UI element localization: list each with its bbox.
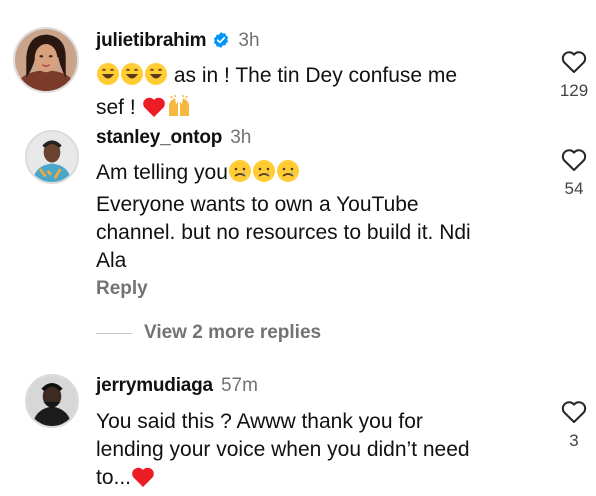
divider [96, 332, 132, 334]
comment-line: channel. but no resources to build it. N… [96, 221, 471, 244]
verified-badge-icon [214, 32, 229, 48]
reply-button[interactable]: Reply [96, 278, 148, 300]
timestamp: 3h [238, 30, 260, 51]
like-control: 54 [544, 148, 596, 199]
timestamp: 3h [230, 127, 252, 148]
avatar[interactable] [25, 130, 79, 184]
heart-outline-icon[interactable] [561, 148, 587, 172]
comment-text: Am telling you Everyone wants to own a Y… [96, 159, 536, 275]
timestamp: 57m [220, 375, 258, 396]
crying-face-emoji [276, 159, 300, 191]
avatar-image [27, 376, 77, 426]
comment-julietibrahim: julietibrahim 3h as in ! The tin Dey conf… [0, 0, 596, 120]
grinning-sweat-emoji [144, 62, 168, 94]
avatar-image [15, 29, 77, 91]
comment-text: You said this ? Awww thank you for lendi… [96, 408, 536, 496]
heart-outline-icon[interactable] [561, 400, 587, 424]
view-more-replies-label: View 2 more replies [144, 322, 322, 343]
comment-header: jerrymudiaga 57m [96, 375, 258, 397]
comment-line: as in ! The tin Dey confuse me [173, 64, 458, 87]
comment-line: You said this ? Awww thank you for [96, 410, 423, 433]
comment-line: Everyone wants to own a YouTube [96, 193, 419, 216]
crying-face-emoji [252, 159, 276, 191]
like-count: 54 [564, 179, 584, 198]
heart-outline-icon[interactable] [561, 50, 587, 74]
comment-line: Ala [96, 249, 127, 272]
comment-text: as in ! The tin Dey confuse me sef ! [96, 62, 516, 126]
comment-header: julietibrahim 3h [96, 30, 260, 52]
comment-stanley-ontop: stanley_ontop 3h Am telling you Everyone … [0, 120, 596, 350]
crying-face-emoji [228, 159, 252, 191]
like-count: 129 [559, 81, 589, 100]
like-control: 3 [544, 400, 596, 451]
comment-jerrymudiaga: jerrymudiaga 57m You said this ? Awww tha… [0, 362, 596, 489]
comment-header: stanley_ontop 3h [96, 127, 251, 149]
view-more-replies[interactable]: View 2 more replies [96, 322, 321, 344]
username[interactable]: stanley_ontop [96, 127, 222, 148]
comment-line: sef ! [96, 96, 136, 119]
grinning-sweat-emoji [120, 62, 144, 94]
username[interactable]: jerrymudiaga [96, 375, 213, 396]
comment-line: to... [96, 466, 132, 489]
like-count: 3 [569, 431, 579, 450]
comment-line: lending your voice when you didn’t need [96, 438, 470, 461]
comment-line: Am telling you [96, 161, 228, 184]
like-control: 129 [544, 50, 596, 101]
grinning-sweat-emoji [96, 62, 120, 94]
username[interactable]: julietibrahim [96, 30, 207, 51]
red-heart-emoji [131, 466, 155, 496]
avatar[interactable] [25, 374, 79, 428]
avatar-image [27, 132, 77, 182]
avatar[interactable] [13, 27, 79, 93]
